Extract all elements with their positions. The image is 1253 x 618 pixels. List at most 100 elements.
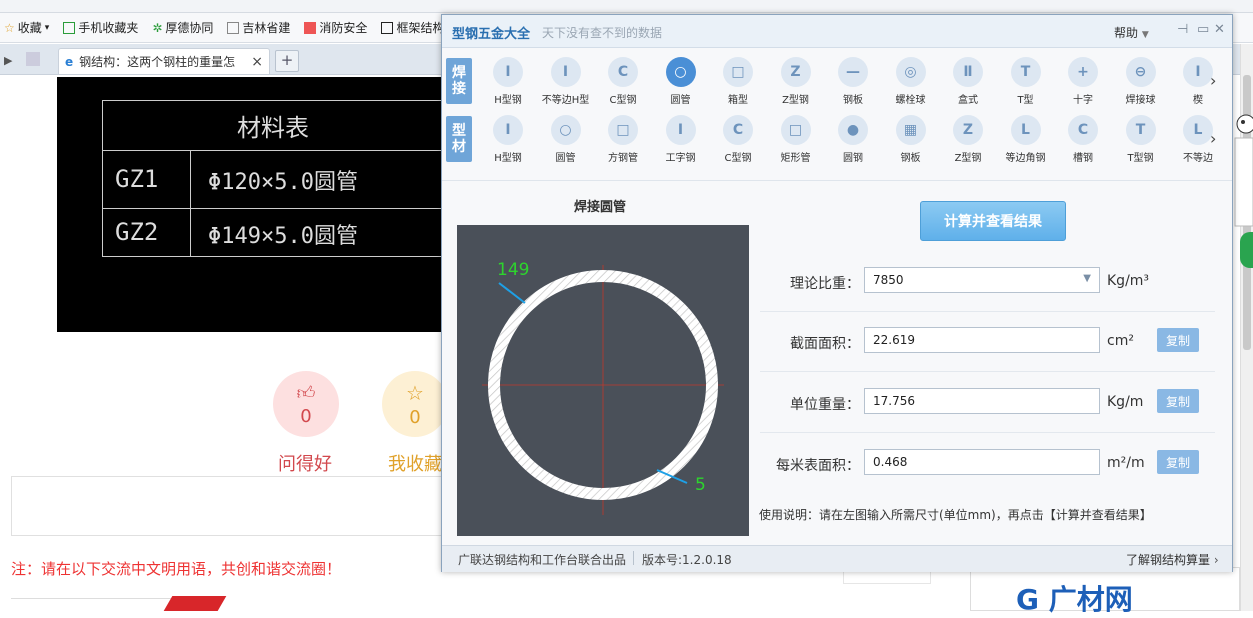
tab-active[interactable]: e 钢结构：这两个钢柱的重量怎 ×	[58, 48, 270, 74]
usage-text: 使用说明：请在左图输入所需尺寸(单位mm)，再点击【计算并查看结果】	[759, 508, 1152, 522]
density-select[interactable]: 7850 ▼	[864, 267, 1100, 293]
weld-shape-item[interactable]: Z Z型钢	[768, 57, 824, 106]
help-menu[interactable]: 帮助 ▼	[1114, 24, 1149, 41]
close-icon[interactable]: ×	[251, 54, 263, 70]
weld-shape-item[interactable]: — 钢板	[825, 57, 881, 106]
profile-shape-label: 工字钢	[665, 153, 696, 164]
weld-shape-label: 螺栓球	[895, 95, 926, 106]
weld-shape-label: C型钢	[609, 95, 637, 106]
shape-icon: ○	[550, 115, 581, 145]
chevron-down-icon: ▼	[1083, 273, 1091, 284]
chevron-right-icon[interactable]: ›	[1210, 129, 1216, 148]
weld-shape-item[interactable]: I 不等边H型	[538, 57, 594, 106]
table-row: GZ2 Φ149×5.0圆管	[103, 208, 443, 256]
chevron-down-icon: ▼	[1141, 30, 1149, 40]
ie-icon: e	[65, 54, 74, 69]
learn-more-link[interactable]: 了解钢结构算量 ›	[1126, 551, 1219, 568]
bookmark-jilin[interactable]: 吉林省建	[227, 19, 290, 36]
shape-icon: C	[608, 57, 638, 87]
weld-shape-item[interactable]: C C型钢	[595, 57, 651, 106]
material-table-image: 材料表 GZ1 Φ120×5.0圆管 GZ2 Φ149×5.0圆管	[57, 77, 443, 332]
weld-shape-item[interactable]: ○ 圆管	[653, 57, 709, 106]
shape-icon: ●	[838, 115, 868, 145]
profile-shape-item[interactable]: L 不等边	[1170, 115, 1226, 164]
mascot-icon[interactable]	[1232, 110, 1253, 230]
weld-shape-label: 焊接球	[1125, 95, 1156, 106]
close-icon[interactable]: ✕	[1214, 22, 1225, 37]
profile-shape-label: 等边角钢	[1005, 153, 1046, 164]
chevron-right-icon[interactable]: ›	[1210, 71, 1216, 90]
pin-icon[interactable]: ⊣	[1177, 22, 1188, 37]
bookmark-frame[interactable]: 框架结构	[381, 19, 444, 36]
minimize-icon[interactable]: ▭	[1197, 22, 1209, 37]
pipe-diagram-svg: 149 5	[482, 260, 724, 515]
weld-shape-item[interactable]: T T型	[998, 57, 1054, 106]
favorite-button[interactable]: ☆ 0	[382, 371, 448, 437]
profile-shape-label: 矩形管	[780, 153, 811, 164]
profile-shape-item[interactable]: ○ 圆管	[538, 115, 594, 164]
shape-icon: I	[1183, 57, 1213, 87]
calculate-button[interactable]: 计算并查看结果	[920, 201, 1066, 241]
copy-surface-button[interactable]: 复制	[1157, 450, 1199, 474]
favorite-label[interactable]: 我收藏	[388, 450, 442, 476]
red-ribbon	[163, 596, 227, 611]
weld-shape-item[interactable]: □ 箱型	[710, 57, 766, 106]
sidebar-toggle-icon[interactable]	[26, 52, 40, 66]
pipe-diagram[interactable]: 149 5	[457, 225, 749, 536]
profile-shape-label: 钢板	[900, 153, 921, 164]
favorite-count: 0	[409, 406, 421, 428]
star-icon: ☆	[4, 20, 15, 35]
profile-shape-item[interactable]: □ 方钢管	[595, 115, 651, 164]
profile-shape-label: 不等边	[1183, 153, 1213, 164]
play-icon[interactable]: ▶	[4, 54, 12, 67]
profile-shape-label: 槽钢	[1073, 153, 1093, 164]
profile-shape-item[interactable]: C C型钢	[710, 115, 766, 164]
weld-shape-item[interactable]: Ⅱ 盒式	[940, 57, 996, 106]
green-badge-icon[interactable]	[1240, 232, 1253, 268]
weight-field[interactable]: 17.756	[864, 388, 1100, 414]
like-label[interactable]: 问得好	[278, 450, 332, 476]
shape-icon: Z	[780, 57, 811, 87]
surface-field[interactable]: 0.468	[864, 449, 1100, 475]
shape-icon: Ⅱ	[953, 57, 983, 87]
profile-shape-item[interactable]: ● 圆钢	[825, 115, 881, 164]
like-count: 0	[300, 405, 312, 427]
page-icon	[227, 21, 240, 34]
diameter-label[interactable]: 149	[497, 260, 529, 280]
frame-icon	[381, 21, 394, 34]
bookmark-houde[interactable]: ✲ 厚德协同	[152, 19, 213, 36]
profile-shape-item[interactable]: ▦ 钢板	[883, 115, 939, 164]
shape-icon: I	[550, 57, 581, 87]
tab-title: 钢结构：这两个钢柱的重量怎	[79, 55, 236, 69]
copy-weight-button[interactable]: 复制	[1157, 389, 1199, 413]
bookmark-favorites[interactable]: ☆ 收藏 ▾	[4, 19, 49, 36]
bookmark-mobile[interactable]: 手机收藏夹	[63, 19, 138, 36]
weld-shape-label: Z型钢	[782, 95, 809, 106]
material-table: 材料表 GZ1 Φ120×5.0圆管 GZ2 Φ149×5.0圆管	[102, 100, 443, 257]
thickness-label[interactable]: 5	[695, 475, 706, 495]
weld-shape-item[interactable]: I H型钢	[480, 57, 536, 106]
profile-shape-item[interactable]: L 等边角钢	[998, 115, 1054, 164]
weld-shape-item[interactable]: I楔	[1170, 57, 1226, 106]
weld-shape-label: 楔	[1193, 95, 1203, 106]
profile-shape-item[interactable]: I 工字钢	[653, 115, 709, 164]
bookmark-fire[interactable]: 消防安全	[304, 19, 367, 36]
guangcai-logo[interactable]: G 广材网	[1016, 578, 1133, 618]
like-button[interactable]: 👍︎ 0	[273, 371, 339, 437]
profile-shape-item[interactable]: □ 矩形管	[768, 115, 824, 164]
fire-icon	[304, 21, 317, 34]
profile-shape-row: I H型钢 ○ 圆管 □ 方钢管 I 工字钢 C C型钢 □ 矩形管 ● 圆钢 ▦ 钢板 Z Z型钢 L 等边角钢 C 槽…	[480, 115, 1220, 165]
shape-icon: □	[608, 115, 638, 145]
profile-shape-item[interactable]: I H型钢	[480, 115, 536, 164]
new-tab-button[interactable]: +	[275, 50, 299, 72]
profile-shape-item[interactable]: C 槽钢	[1055, 115, 1111, 164]
weld-section-tag: 焊接	[446, 58, 472, 104]
profile-shape-item[interactable]: T T型钢	[1113, 115, 1169, 164]
weld-shape-item[interactable]: ⊖ 焊接球	[1113, 57, 1169, 106]
profile-shape-label: 圆管	[555, 153, 576, 164]
weld-shape-item[interactable]: ◎ 螺栓球	[883, 57, 939, 106]
weld-shape-item[interactable]: + 十字	[1055, 57, 1111, 106]
copy-area-button[interactable]: 复制	[1157, 328, 1199, 352]
profile-shape-item[interactable]: Z Z型钢	[940, 115, 996, 164]
area-field[interactable]: 22.619	[864, 327, 1100, 353]
